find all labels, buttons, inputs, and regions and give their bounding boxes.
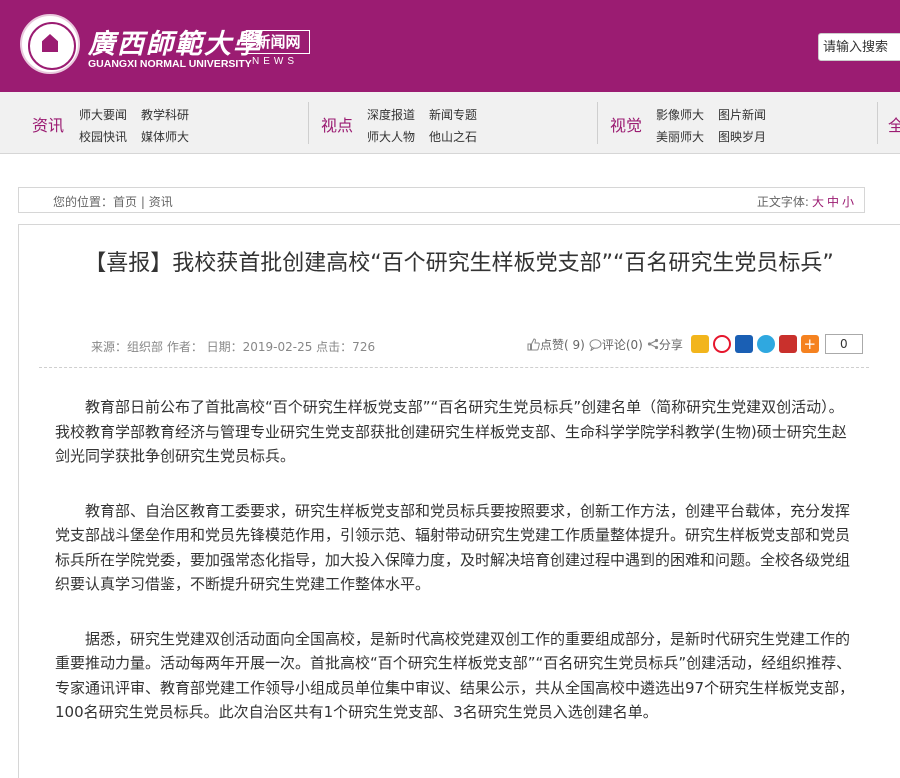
comment-button[interactable]: 评论(0) — [589, 336, 643, 353]
nav-link-research[interactable]: 教学科研 — [141, 106, 189, 123]
news-site-logo[interactable]: 新闻网 — [246, 30, 310, 54]
article-body: 教育部日前公布了首批高校“百个研究生样板党支部”“百名研究生党员标兵”创建名单（… — [55, 395, 857, 755]
nav-divider — [877, 102, 878, 144]
nav-link-media[interactable]: 媒体师大 — [141, 128, 189, 145]
breadcrumb-home-link[interactable]: 首页 — [113, 195, 137, 209]
nav-divider — [308, 102, 309, 144]
breadcrumb-news-link[interactable]: 资讯 — [149, 195, 173, 209]
like-button[interactable]: 点赞( 9) — [527, 336, 585, 353]
share-label: 分享 — [658, 337, 683, 352]
font-size-label: 正文字体: — [756, 195, 809, 209]
university-seal-icon[interactable] — [20, 14, 80, 74]
nav-head-news[interactable]: 资讯 — [32, 112, 64, 136]
weibo-icon[interactable] — [712, 335, 731, 353]
breadcrumb-bar: 您的位置：首页 | 资讯 正文字体: 大中小 — [18, 187, 865, 213]
like-count-label: 点赞( 9) — [540, 337, 585, 352]
thumbs-up-icon — [527, 337, 540, 350]
font-size-switcher: 正文字体: 大中小 — [757, 193, 854, 210]
share-icon — [647, 338, 658, 350]
comment-icon — [589, 338, 602, 351]
article-panel: 【喜报】我校获首批创建高校“百个研究生样板党支部”“百名研究生党员标兵” 来源：… — [18, 224, 900, 778]
kaixin-icon[interactable] — [778, 335, 797, 353]
social-actions: 点赞( 9) 评论(0) 分享 + 0 — [527, 332, 863, 356]
nav-link-headlines[interactable]: 师大要闻 — [79, 106, 127, 123]
nav-head-visual[interactable]: 视觉 — [610, 112, 642, 136]
nav-head-more[interactable]: 全 — [888, 112, 900, 136]
article-meta: 来源：组织部 作者： 日期：2019-02-25 点击：726 — [91, 340, 376, 354]
breadcrumb-separator: | — [137, 195, 149, 209]
main-nav: 资讯 师大要闻 教学科研 校园快讯 媒体师大 视点 深度报道 新闻专题 师大人物… — [0, 92, 900, 154]
breadcrumb: 您的位置：首页 | 资讯 — [53, 193, 173, 210]
share-button[interactable]: 分享 — [647, 336, 683, 353]
university-logo-en: GUANGXI NORMAL UNIVERSITY — [88, 58, 252, 70]
nav-head-viewpoint[interactable]: 视点 — [321, 112, 353, 136]
nav-link-topics[interactable]: 新闻专题 — [429, 106, 477, 123]
font-size-medium-button[interactable]: 中 — [827, 195, 839, 209]
news-site-logo-en: NEWS — [252, 56, 298, 67]
font-size-large-button[interactable]: 大 — [812, 195, 824, 209]
qzone-icon[interactable] — [690, 335, 709, 353]
nav-group-visual: 视觉 影像师大 图片新闻 美丽师大 图映岁月 — [597, 92, 877, 154]
nav-link-photo-news[interactable]: 图片新闻 — [718, 106, 766, 123]
nav-link-years[interactable]: 图映岁月 — [718, 128, 766, 145]
nav-link-people[interactable]: 师大人物 — [367, 128, 415, 145]
search-input[interactable] — [818, 33, 900, 61]
article-paragraph: 据悉，研究生党建双创活动面向全国高校，是新时代高校党建双创工作的重要组成部分，是… — [55, 629, 855, 722]
site-header: 廣西師範大學 GUANGXI NORMAL UNIVERSITY 新闻网 NEW… — [0, 0, 900, 92]
nav-group-viewpoint: 视点 深度报道 新闻专题 师大人物 他山之石 — [310, 92, 600, 154]
nav-link-indepth[interactable]: 深度报道 — [367, 106, 415, 123]
more-share-icon[interactable]: + — [800, 335, 819, 353]
nav-link-others[interactable]: 他山之石 — [429, 128, 477, 145]
article-title: 【喜报】我校获首批创建高校“百个研究生样板党支部”“百名研究生党员标兵” — [84, 251, 834, 276]
nav-group-news: 资讯 师大要闻 教学科研 校园快讯 媒体师大 — [0, 92, 310, 154]
font-size-small-button[interactable]: 小 — [842, 195, 854, 209]
article-paragraph: 教育部日前公布了首批高校“百个研究生样板党支部”“百名研究生党员标兵”创建名单（… — [55, 398, 847, 465]
comment-count-label: 评论(0) — [601, 337, 643, 352]
share-counter: 0 — [824, 334, 863, 354]
tqq-icon[interactable] — [756, 335, 775, 353]
breadcrumb-prefix: 您的位置： — [53, 195, 114, 209]
nav-link-images[interactable]: 影像师大 — [656, 106, 704, 123]
article-paragraph: 教育部、自治区教育工委要求，研究生样板党支部和党员标兵要按照要求，创新工作方法，… — [55, 501, 851, 594]
nav-link-campus[interactable]: 校园快讯 — [79, 128, 127, 145]
renren-icon[interactable] — [734, 335, 753, 353]
meta-divider — [39, 367, 869, 368]
university-logo-cn[interactable]: 廣西師範大學 — [88, 22, 262, 61]
nav-link-beauty[interactable]: 美丽师大 — [656, 128, 704, 145]
